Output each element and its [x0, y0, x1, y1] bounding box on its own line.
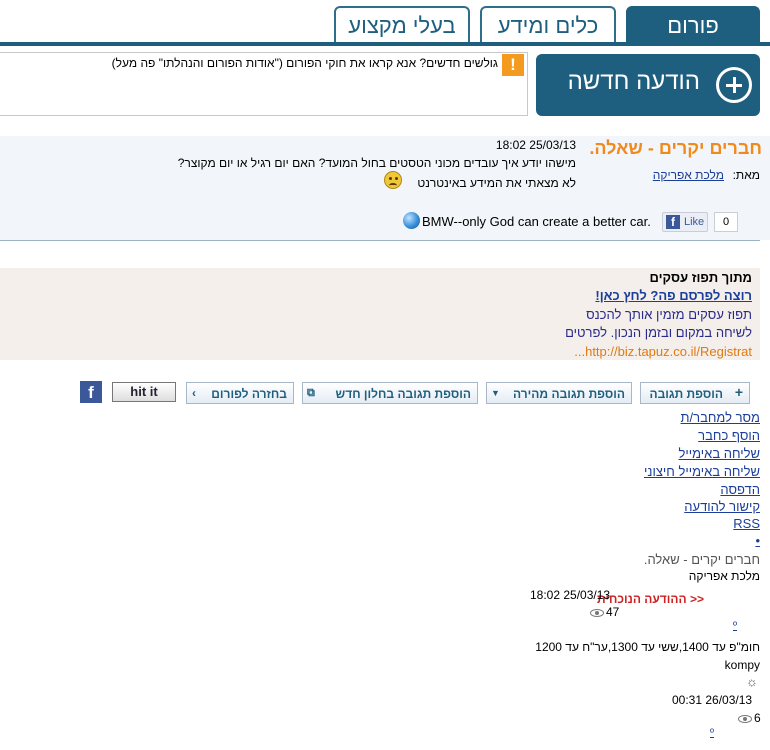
post-signature: BMW--only God can create a better car.: [422, 214, 651, 229]
reply-date: 00:31 26/03/13: [672, 693, 753, 707]
chevron-left-icon: ‹: [192, 386, 196, 400]
rss-link[interactable]: RSS: [733, 516, 760, 531]
add-reply-label: הוספת תגובה: [649, 387, 723, 401]
reply-new-window-button[interactable]: הוספת תגובה בחלון חדש ⧉: [302, 382, 478, 404]
facebook-icon: f: [666, 215, 680, 229]
reply-views-count: 6: [754, 711, 761, 725]
post-title: חברים יקרים - שאלה.: [589, 138, 762, 158]
bullet-link[interactable]: •: [755, 533, 760, 548]
add-reply-button[interactable]: הוספת תגובה +: [640, 382, 750, 404]
sun-icon: ☼: [746, 674, 758, 689]
eye-icon: [738, 714, 752, 723]
back-to-forum-label: בחזרה לפורום: [211, 387, 287, 401]
reply-new-window-label: הוספת תגובה בחלון חדש: [335, 387, 471, 401]
ad-title: מתוך תפוז עסקים: [649, 270, 752, 285]
post-author-link[interactable]: מלכת אפריקה: [653, 168, 724, 182]
new-message-button[interactable]: הודעה חדשה: [536, 54, 760, 116]
plus-circle-icon: [716, 67, 752, 103]
reply-author: kompy: [724, 658, 760, 672]
thread-message-link[interactable]: º: [733, 620, 737, 632]
send-email-link[interactable]: שליחה באימייל: [678, 446, 760, 461]
hit-it-button[interactable]: hit it: [112, 382, 176, 402]
quick-reply-label: הוספת תגובה מהירה: [513, 387, 625, 401]
post-date: 18:02 25/03/13: [495, 138, 576, 152]
thread-root-author: מלכת אפריקה: [688, 569, 760, 583]
ad-text-line-2: לשיחה במקום ובזמן הנכון. לפרטים: [565, 325, 752, 340]
tab-professionals[interactable]: בעלי מקצוע: [334, 6, 470, 44]
ad-advertise-link[interactable]: רוצה לפרסם פה? לחץ כאן!: [595, 288, 752, 303]
tabs-underline: [0, 42, 770, 46]
plus-icon: +: [734, 384, 743, 400]
message-link[interactable]: קישור להודעה: [684, 499, 760, 514]
tab-forum[interactable]: פורום: [626, 6, 760, 44]
from-label: מאת:: [732, 168, 760, 182]
post-separator: [0, 240, 760, 241]
back-to-forum-button[interactable]: בחזרה לפורום ‹: [186, 382, 294, 404]
like-count: 0: [714, 212, 738, 232]
reply-link[interactable]: º: [710, 727, 714, 739]
send-external-email-link[interactable]: שליחה באימייל חיצוני: [644, 464, 760, 479]
current-message-marker: << ההודעה הנוכחית: [597, 592, 704, 606]
views-count: 47: [606, 605, 620, 619]
print-link[interactable]: הדפסה: [720, 482, 760, 497]
message-author-link[interactable]: מסר למחבר/ת: [681, 410, 760, 425]
warning-icon: !: [502, 54, 524, 76]
new-users-notice: גולשים חדשים? אנא קראו את חוקי הפורום ("…: [111, 56, 498, 70]
tab-tools-info[interactable]: כלים ומידע: [480, 6, 616, 44]
ad-text-line-1: תפוז עסקים מזמין אותך להכנס: [586, 307, 752, 322]
new-message-label: הודעה חדשה: [567, 68, 700, 95]
sad-face-icon: [384, 171, 402, 189]
reply-title: חומ"פ עד 1400,ששי עד 1300,ער"ח עד 1200: [535, 640, 760, 654]
reply-views: 6: [738, 711, 761, 725]
add-friend-link[interactable]: הוסף כחבר: [698, 428, 760, 443]
quick-reply-button[interactable]: הוספת תגובה מהירה ▼: [486, 382, 632, 404]
thread-message-date: 18:02 25/03/13: [530, 588, 611, 602]
dropdown-arrow-icon: ▼: [491, 388, 500, 398]
facebook-like-button[interactable]: f Like: [662, 212, 708, 232]
thread-root-title: חברים יקרים - שאלה.: [643, 552, 760, 567]
like-label: Like: [684, 216, 705, 228]
new-window-icon: ⧉: [307, 387, 315, 399]
globe-icon: [403, 212, 420, 229]
ad-url-link[interactable]: ...http://biz.tapuz.co.il/Registrat: [574, 344, 752, 359]
post-body-line-2: לא מצאתי את המידע באינטרנט: [417, 176, 576, 190]
facebook-share-icon[interactable]: f: [80, 381, 102, 403]
thread-message-views: 47: [590, 605, 619, 619]
post-body-line-1: מישהו יודע איך עובדים מכוני הטסטים בחול …: [177, 156, 576, 170]
eye-icon: [590, 608, 604, 617]
